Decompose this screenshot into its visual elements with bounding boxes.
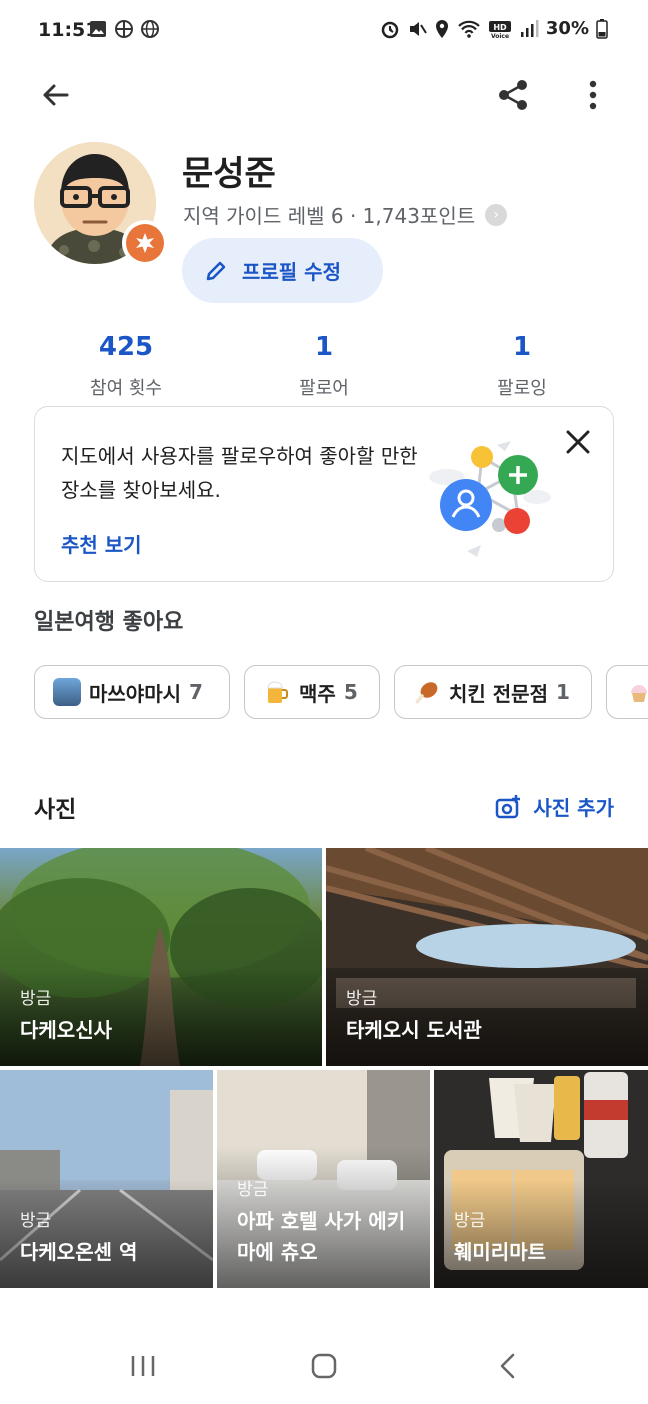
stat-contributions[interactable]: 425 참여 횟수 [36, 332, 216, 400]
chip-count: 7 [189, 680, 203, 704]
photo-caption: 방금 다케오신사 [20, 984, 112, 1046]
photos-title: 사진 [34, 797, 77, 823]
chip-chicken[interactable]: 치킨 전문점 1 [394, 665, 592, 719]
share-icon [499, 80, 527, 110]
wifi-icon [458, 20, 480, 38]
chevron-right-icon: › [485, 203, 508, 226]
photo-caption: 방금 다케오온센 역 [20, 1206, 137, 1268]
add-photo-label: 사진 추가 [533, 796, 614, 820]
gallery-icon [90, 21, 106, 37]
stat-value: 425 [98, 332, 154, 362]
photo-caption: 방금 훼미리마트 [454, 1206, 546, 1268]
home-icon [311, 1353, 337, 1379]
photo-time: 방금 [20, 1211, 52, 1231]
photo-tile[interactable]: 방금 훼미리마트 [434, 1070, 648, 1288]
more-vert-icon [589, 80, 597, 110]
signal-icon [520, 19, 539, 37]
city-photo-icon [53, 678, 81, 706]
recents-icon [131, 1356, 155, 1376]
stat-value: 1 [512, 332, 532, 362]
stat-label: 참여 횟수 [90, 378, 162, 399]
dismiss-card-button[interactable] [565, 429, 591, 459]
edit-profile-label: 프로필 수정 [242, 260, 341, 284]
chip-count: 5 [343, 680, 358, 704]
photo-tile[interactable]: 방금 타케오시 도서관 [326, 848, 648, 1066]
top-app-bar [0, 62, 648, 132]
back-nav-button[interactable] [482, 1344, 532, 1388]
chip-beer[interactable]: 맥주 5 [244, 665, 380, 719]
stat-value: 1 [314, 332, 334, 362]
photo-tile[interactable]: 방금 아파 호텔 사가 에키마에 츄오 [217, 1070, 430, 1288]
cupcake-icon [625, 678, 648, 706]
chip-label: 치킨 전문점 [449, 681, 548, 706]
edit-profile-button[interactable]: 프로필 수정 [182, 238, 383, 303]
pencil-icon [206, 261, 226, 280]
stat-label: 팔로잉 [497, 378, 547, 399]
suggestion-text: 지도에서 사용자를 팔로우하여 좋아할 만한 장소를 찾아보세요. [61, 444, 418, 502]
status-left-icons [88, 19, 160, 39]
chip-label: 맥주 [299, 681, 336, 706]
photo-time: 방금 [346, 989, 378, 1009]
location-icon [435, 19, 448, 38]
photo-time: 방금 [20, 989, 52, 1009]
more-options-button[interactable] [568, 70, 618, 120]
see-recommendations-link[interactable]: 추천 보기 [61, 529, 142, 558]
svg-text:Voice: Voice [491, 33, 509, 39]
stat-label: 팔로어 [299, 378, 349, 399]
photo-time: 방금 [237, 1180, 269, 1200]
back-button[interactable] [30, 70, 80, 120]
photo-place: 다케오신사 [20, 1018, 112, 1042]
share-button[interactable] [488, 70, 538, 120]
chicken-leg-icon [413, 678, 441, 706]
status-bar: 11:51 HD Voice 30% [0, 0, 648, 62]
alarm-icon [381, 21, 399, 38]
back-arrow-icon [43, 84, 69, 106]
globe-icon [141, 20, 159, 38]
photo-tile[interactable]: 방금 다케오신사 [0, 848, 322, 1066]
photo-caption: 방금 아파 호텔 사가 에키마에 츄오 [237, 1175, 417, 1268]
chip-count: 1 [555, 680, 570, 704]
likes-title: 일본여행 좋아요 [34, 610, 184, 635]
photo-place: 훼미리마트 [454, 1240, 546, 1264]
beer-icon [263, 678, 291, 706]
profile-name: 문성준 [182, 154, 276, 194]
local-guide-level[interactable]: 지역 가이드 레벨 6 · 1,743포인트 › [183, 200, 508, 229]
status-right-icons: HD Voice 30% [380, 18, 608, 39]
photo-tile[interactable]: 방금 다케오온센 역 [0, 1070, 213, 1288]
add-photo-icon [496, 794, 521, 818]
battery-icon [596, 18, 608, 39]
photo-time: 방금 [454, 1211, 486, 1231]
photo-place: 다케오온센 역 [20, 1240, 138, 1264]
local-guide-badge [122, 220, 168, 266]
close-icon [566, 430, 590, 454]
chip-cupcake[interactable] [606, 665, 648, 719]
stat-followers[interactable]: 1 팔로어 [234, 332, 414, 400]
pinwheel-icon [115, 20, 133, 38]
follow-suggestion-card: 지도에서 사용자를 팔로우하여 좋아할 만한 장소를 찾아보세요. 추천 보기 [34, 406, 614, 582]
battery-percent: 30% [545, 18, 589, 39]
add-photo-button[interactable]: 사진 추가 [495, 792, 614, 821]
chip-matsuyama[interactable]: 마쓰야마시 7 [34, 665, 230, 719]
svg-text:HD: HD [493, 23, 507, 32]
star-burst-icon [136, 233, 154, 253]
follow-illustration [427, 427, 557, 567]
photo-place: 아파 호텔 사가 에키마에 츄오 [237, 1209, 406, 1264]
recent-apps-button[interactable] [118, 1344, 168, 1388]
mute-icon [409, 21, 427, 36]
hd-voice-icon: HDVoice [488, 20, 511, 39]
chevron-left-icon [500, 1353, 515, 1379]
likes-chip-row: 마쓰야마시 7 맥주 5 치킨 전문점 1 [34, 665, 648, 719]
stat-following[interactable]: 1 팔로잉 [432, 332, 612, 400]
system-nav-bar [0, 1330, 648, 1404]
photo-place: 타케오시 도서관 [346, 1018, 482, 1042]
level-text: 지역 가이드 레벨 6 · 1,743포인트 [183, 204, 476, 228]
home-button[interactable] [299, 1344, 349, 1388]
photo-caption: 방금 타케오시 도서관 [346, 984, 482, 1046]
chip-label: 마쓰야마시 [89, 681, 181, 706]
